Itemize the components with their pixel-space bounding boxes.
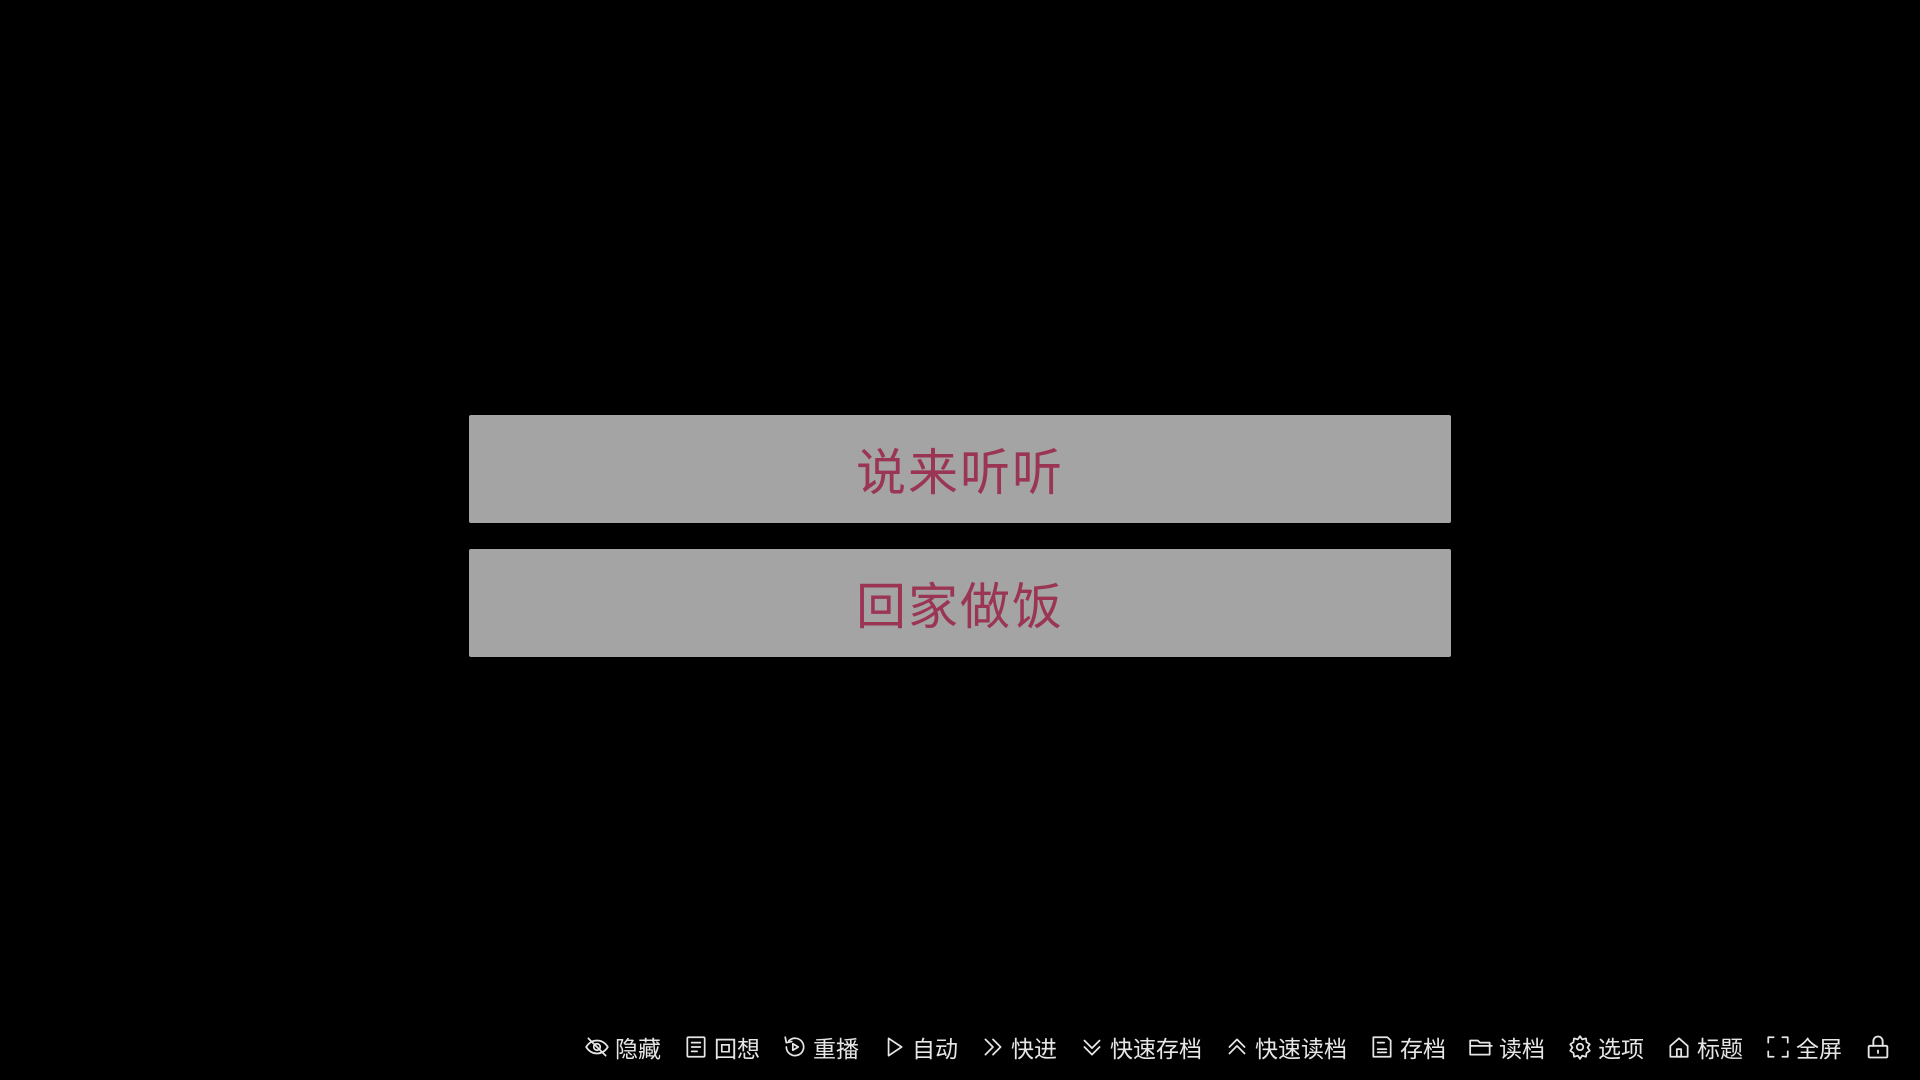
title-button[interactable]: 标题: [1666, 1030, 1743, 1064]
gear-icon: [1567, 1034, 1593, 1060]
chevron-down-icon: [1079, 1034, 1105, 1060]
history-label: 回想: [714, 1037, 760, 1063]
home-icon: [1666, 1034, 1692, 1060]
play-icon: [881, 1034, 907, 1060]
choice-label: 说来听听: [856, 444, 1064, 502]
auto-button[interactable]: 自动: [881, 1030, 958, 1064]
load-button[interactable]: 读档: [1468, 1030, 1545, 1064]
choice-button-cook[interactable]: 回家做饭: [469, 549, 1451, 657]
replay-button[interactable]: 重播: [782, 1030, 859, 1064]
hide-label: 隐藏: [615, 1037, 661, 1063]
skip-label: 快进: [1011, 1037, 1057, 1063]
fast-forward-icon: [980, 1034, 1006, 1060]
load-label: 读档: [1499, 1037, 1545, 1063]
save-button[interactable]: 存档: [1369, 1030, 1446, 1064]
replay-icon: [782, 1034, 808, 1060]
choice-label: 回家做饭: [856, 578, 1064, 636]
quick-load-button[interactable]: 快速读档: [1224, 1030, 1347, 1064]
quick-save-label: 快速存档: [1110, 1037, 1202, 1063]
options-button[interactable]: 选项: [1567, 1030, 1644, 1064]
quick-save-button[interactable]: 快速存档: [1079, 1030, 1202, 1064]
title-label: 标题: [1697, 1037, 1743, 1063]
auto-label: 自动: [912, 1037, 958, 1063]
skip-button[interactable]: 快进: [980, 1030, 1057, 1064]
choice-menu: 说来听听 回家做饭: [469, 415, 1451, 683]
history-button[interactable]: 回想: [683, 1030, 760, 1064]
history-icon: [683, 1034, 709, 1060]
choice-button-listen[interactable]: 说来听听: [469, 415, 1451, 523]
fullscreen-icon: [1765, 1034, 1791, 1060]
lock-button[interactable]: [1864, 1033, 1892, 1061]
quick-load-label: 快速读档: [1255, 1037, 1347, 1063]
chevron-up-icon: [1224, 1034, 1250, 1060]
game-stage[interactable]: 说来听听 回家做饭 隐藏 回想 重播 自动 快进 快速存档 快速读档 存档 读档…: [0, 0, 1920, 1080]
options-label: 选项: [1598, 1037, 1644, 1063]
fullscreen-label: 全屏: [1796, 1037, 1842, 1063]
eye-off-icon: [584, 1034, 610, 1060]
lock-icon: [1864, 1033, 1892, 1061]
save-icon: [1369, 1034, 1395, 1060]
replay-label: 重播: [813, 1037, 859, 1063]
hide-button[interactable]: 隐藏: [584, 1030, 661, 1064]
save-label: 存档: [1400, 1037, 1446, 1063]
quick-menu: 隐藏 回想 重播 自动 快进 快速存档 快速读档 存档 读档 选项 标题 全屏: [584, 1029, 1892, 1065]
folder-icon: [1468, 1034, 1494, 1060]
fullscreen-button[interactable]: 全屏: [1765, 1030, 1842, 1064]
